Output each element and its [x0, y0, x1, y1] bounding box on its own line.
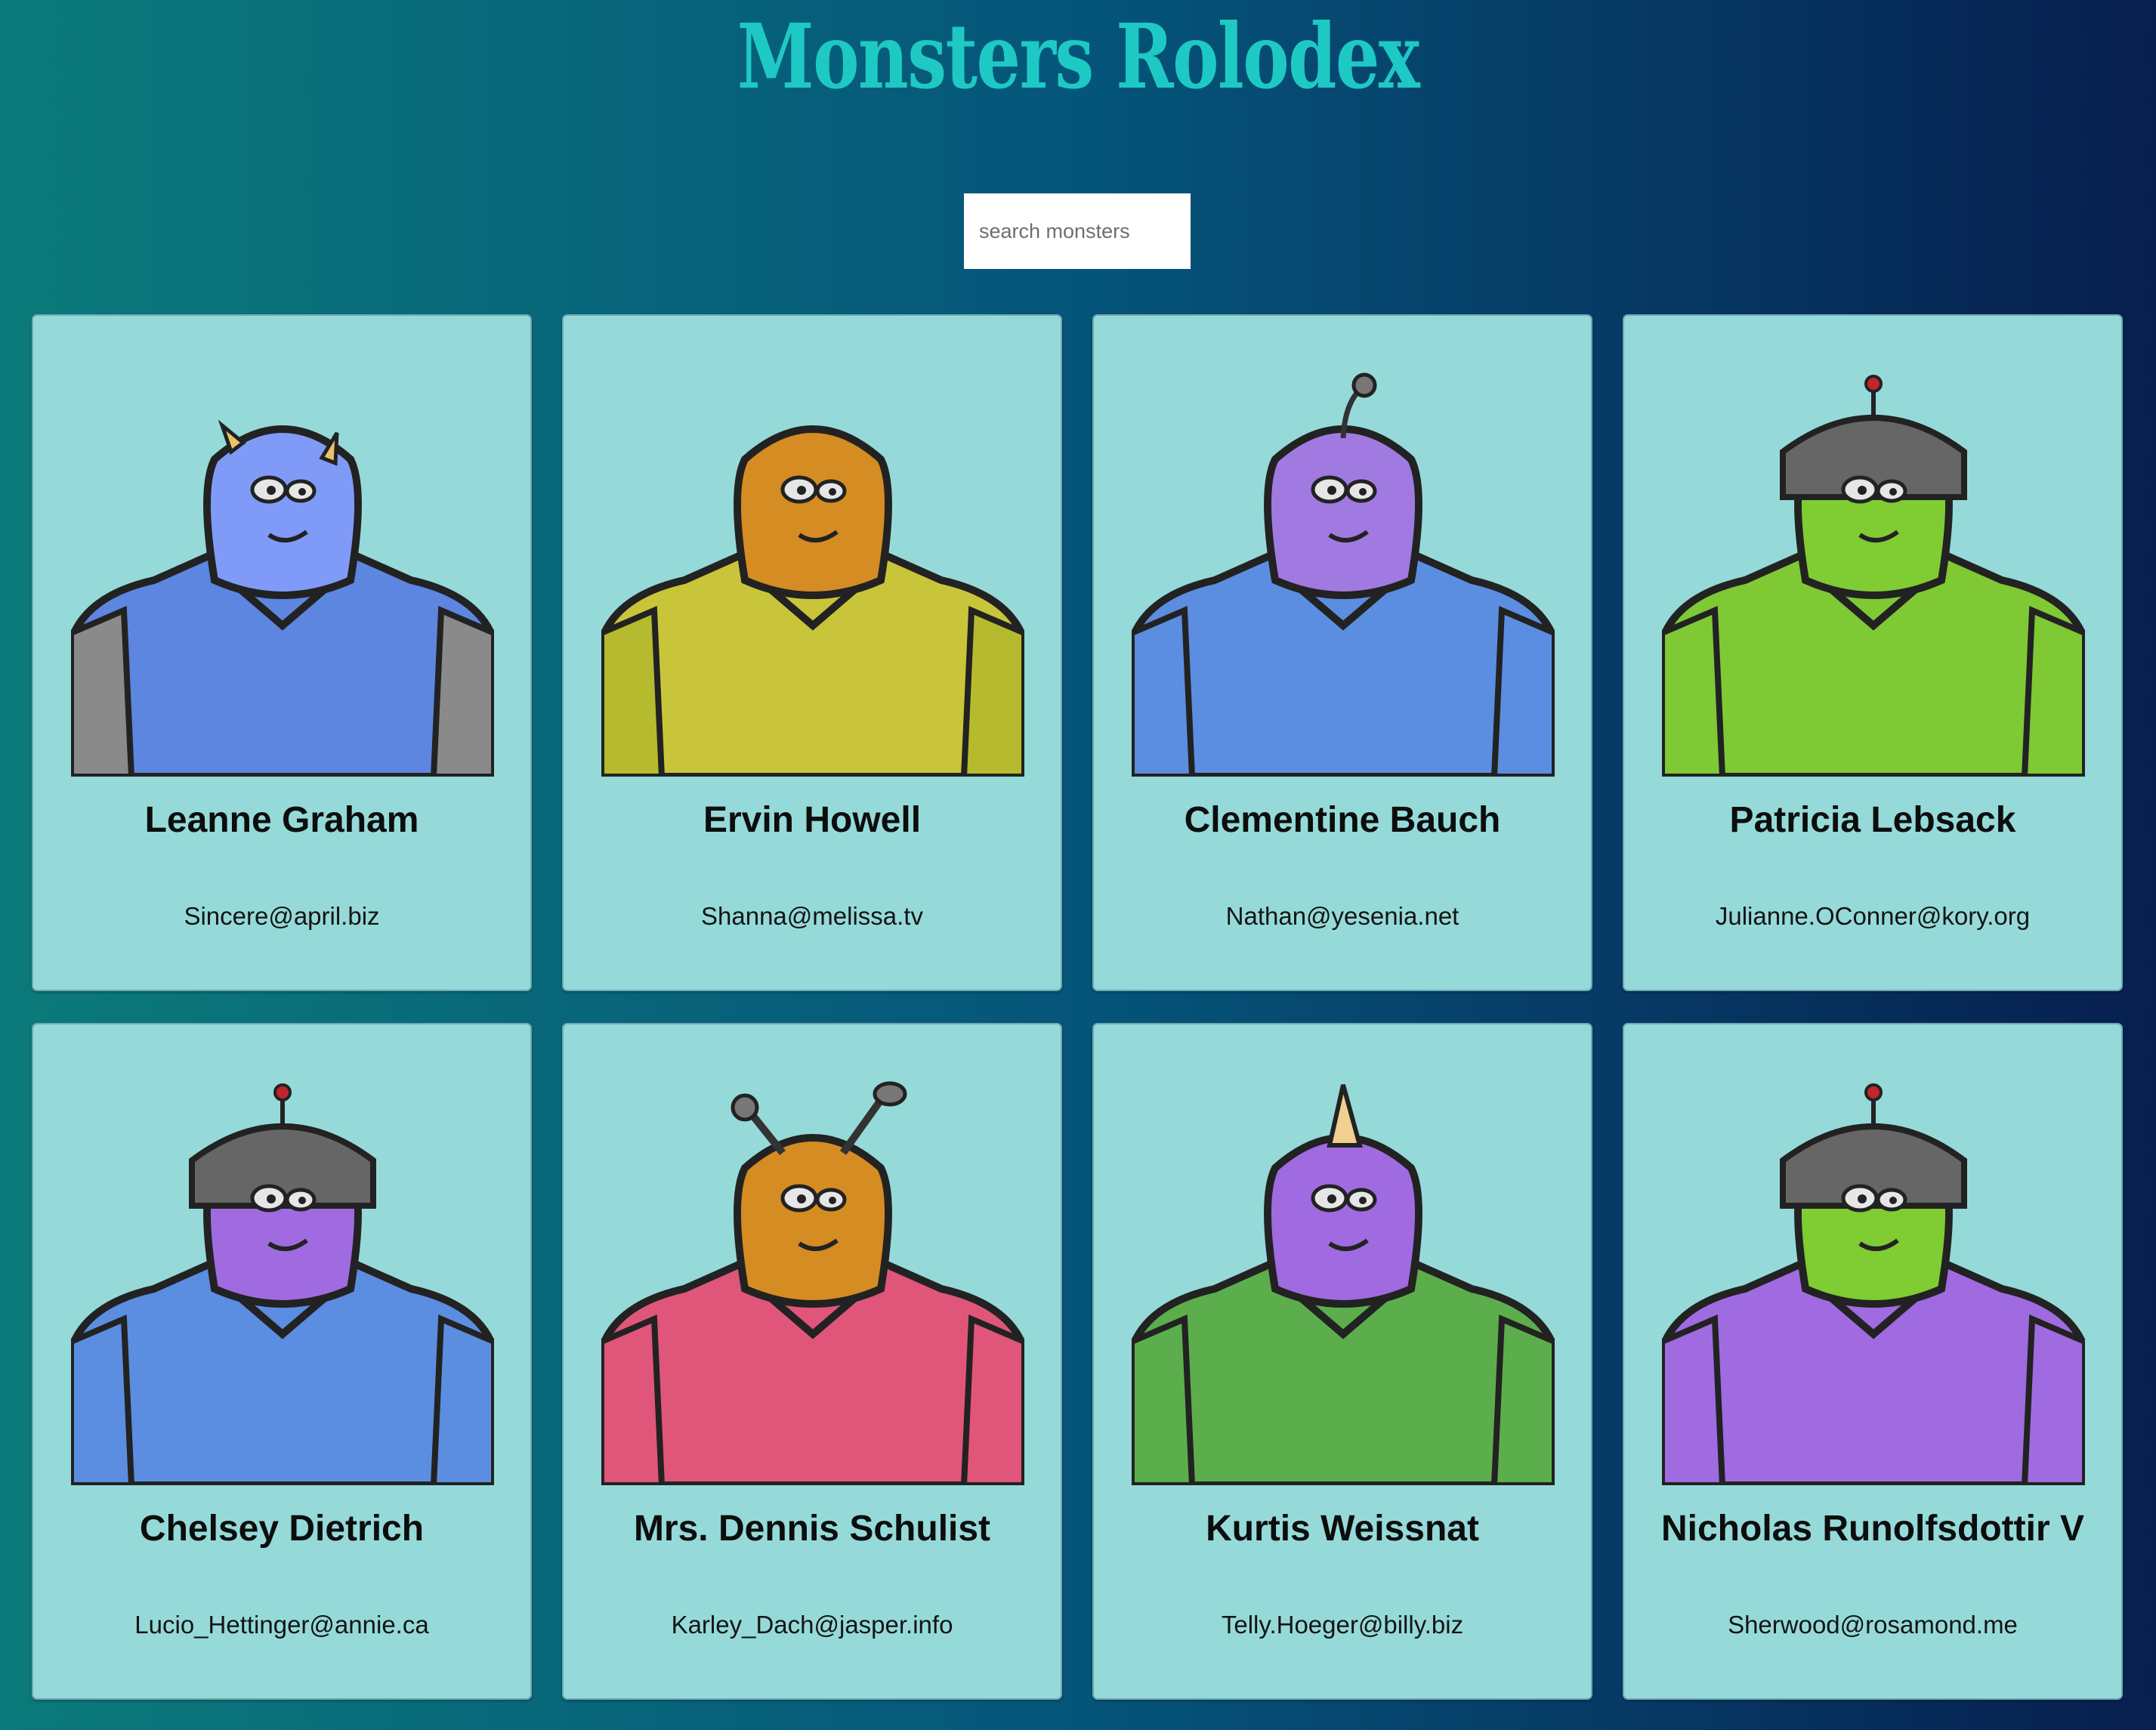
monster-card[interactable]: Kurtis Weissnat Telly.Hoeger@billy.biz	[1092, 1023, 1592, 1700]
monster-name: Leanne Graham	[144, 800, 419, 840]
monster-card[interactable]: Patricia Lebsack Julianne.OConner@kory.or…	[1623, 314, 2123, 991]
monster-avatar	[1132, 1084, 1555, 1485]
monster-email: Lucio_Hettinger@annie.ca	[134, 1611, 429, 1639]
monster-card[interactable]: Mrs. Dennis Schulist Karley_Dach@jasper.i…	[562, 1023, 1062, 1700]
monster-email: Shanna@melissa.tv	[701, 902, 923, 930]
card-list: Leanne Graham Sincere@april.biz Ervin Howe…	[32, 314, 2123, 1700]
monster-email: Telly.Hoeger@billy.biz	[1221, 1611, 1464, 1639]
monster-avatar	[601, 1081, 1024, 1485]
monster-avatar	[1662, 1083, 2085, 1485]
monster-card[interactable]: Ervin Howell Shanna@melissa.tv	[562, 314, 1062, 991]
monster-card[interactable]: Clementine Bauch Nathan@yesenia.net	[1092, 314, 1592, 991]
monster-email: Julianne.OConner@kory.org	[1715, 902, 2031, 930]
monster-email: Nathan@yesenia.net	[1225, 902, 1459, 930]
monster-name: Mrs. Dennis Schulist	[633, 1509, 991, 1549]
monster-name: Ervin Howell	[703, 800, 922, 840]
monster-card[interactable]: Leanne Graham Sincere@april.biz	[32, 314, 532, 991]
monster-name: Chelsey Dietrich	[139, 1509, 425, 1549]
monster-email: Sincere@april.biz	[184, 902, 380, 930]
monster-avatar	[1132, 372, 1555, 777]
monster-card[interactable]: Chelsey Dietrich Lucio_Hettinger@annie.ca	[32, 1023, 532, 1700]
monster-avatar	[71, 1083, 494, 1485]
monster-name: Kurtis Weissnat	[1206, 1509, 1479, 1549]
monster-card[interactable]: Nicholas Runolfsdottir V Sherwood@rosamon…	[1623, 1023, 2123, 1700]
monster-name: Clementine Bauch	[1184, 800, 1501, 840]
app-title: Monsters Rolodex	[737, 4, 1420, 109]
monster-name: Patricia Lebsack	[1729, 800, 2016, 840]
monster-email: Karley_Dach@jasper.info	[671, 1611, 953, 1639]
monster-avatar	[1662, 375, 2085, 777]
search-input[interactable]	[964, 193, 1191, 269]
monster-email: Sherwood@rosamond.me	[1728, 1611, 2018, 1639]
monster-avatar	[71, 419, 494, 777]
monster-avatar	[601, 425, 1024, 777]
monster-name: Nicholas Runolfsdottir V	[1660, 1509, 2084, 1549]
